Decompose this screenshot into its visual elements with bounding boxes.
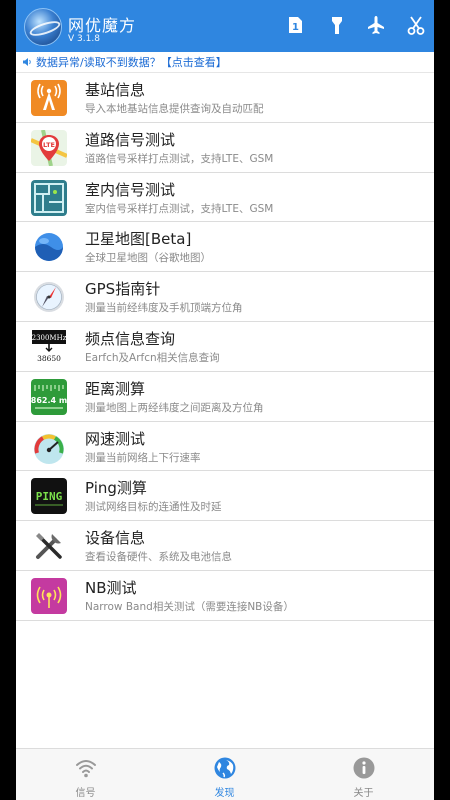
item-subtitle: Narrow Band相关测试（需要连接NB设备） [85, 600, 294, 613]
tab-signal[interactable]: 信号 [16, 749, 155, 800]
item-subtitle: 室内信号采样打点测试，支持LTE、GSM [85, 202, 274, 215]
item-title: NB测试 [85, 578, 137, 597]
list-item-ping-test[interactable]: PING Ping测算 测试网络目标的连通性及时延 [16, 471, 434, 522]
cell-tower-icon [31, 80, 67, 116]
compass-icon [31, 279, 67, 316]
flashlight-icon[interactable] [326, 14, 348, 36]
item-subtitle: 道路信号采样打点测试，支持LTE、GSM [85, 152, 274, 165]
frequency-icon: 2300MHz 38650 [31, 328, 67, 365]
item-title: 道路信号测试 [85, 130, 176, 149]
item-subtitle: 导入本地基站信息提供查询及自动匹配 [85, 103, 264, 115]
feature-list: 基站信息 导入本地基站信息提供查询及自动匹配 LTE 道路信号测试 道路信号采样… [16, 73, 434, 621]
lte-label: LTE [43, 141, 55, 149]
wifi-icon [76, 760, 96, 778]
list-item-device-info[interactable]: 设备信息 查看设备硬件、系统及电池信息 [16, 521, 434, 571]
item-subtitle: 测量地图上两经纬度之间距离及方位角 [85, 401, 264, 414]
globe-icon [214, 757, 236, 779]
app-logo [24, 8, 62, 46]
app-frame: 网优魔方 V 3.1.8 1 数据异常/读取不到数据？【点击查看】 基站信息 导… [16, 0, 434, 800]
tab-discover-label: 发现 [214, 788, 235, 799]
list-item-distance-calc[interactable]: 862.4 m 距离测算 测量地图上两经纬度之间距离及方位角 [16, 372, 434, 422]
item-title: GPS指南针 [85, 280, 161, 299]
bottom-nav: 信号 发现 关于 [16, 748, 434, 800]
item-title: 室内信号测试 [85, 180, 176, 199]
airplane-mode-icon[interactable] [365, 14, 387, 36]
frequency-mhz-label: 2300MHz [32, 334, 67, 342]
item-subtitle: 全球卫星地图（谷歌地图） [85, 252, 211, 265]
list-item-gps-compass[interactable]: GPS指南针 测量当前经纬度及手机顶端方位角 [16, 272, 434, 322]
frequency-earfcn-label: 38650 [37, 354, 61, 363]
tab-discover[interactable]: 发现 [155, 749, 294, 800]
lte-map-pin-icon: LTE [31, 129, 67, 166]
ping-icon: PING [31, 478, 67, 515]
item-title: 基站信息 [85, 81, 146, 99]
floor-plan-icon [31, 179, 67, 216]
tools-icon [31, 528, 67, 565]
item-title: 距离测算 [85, 379, 146, 398]
distance-label: 862.4 m [31, 396, 67, 405]
distance-icon: 862.4 m [31, 378, 67, 415]
item-title: Ping测算 [85, 479, 147, 498]
list-item-satellite-map[interactable]: 卫星地图[Beta] 全球卫星地图（谷歌地图） [16, 222, 434, 273]
app-version: V 3.1.8 [68, 34, 100, 44]
notice-text[interactable]: 数据异常/读取不到数据？【点击查看】 [36, 54, 227, 70]
list-item-cell-info[interactable]: 基站信息 导入本地基站信息提供查询及自动匹配 [16, 73, 434, 123]
tab-about-label: 关于 [353, 788, 374, 799]
item-subtitle: 测试网络目标的连通性及时延 [85, 501, 222, 514]
sim-1-icon[interactable]: 1 [284, 14, 306, 36]
scissors-icon[interactable] [405, 14, 427, 36]
speedometer-icon [31, 428, 67, 465]
item-title: 卫星地图[Beta] [85, 230, 192, 249]
data-notice-bar[interactable]: 数据异常/读取不到数据？【点击查看】 [16, 52, 434, 73]
item-subtitle: Earfch及Arfcn相关信息查询 [85, 351, 220, 364]
item-title: 网速测试 [85, 429, 146, 448]
sim-number: 1 [292, 22, 299, 33]
item-title: 频点信息查询 [85, 329, 176, 348]
nb-signal-icon [31, 577, 67, 614]
list-item-frequency-query[interactable]: 2300MHz 38650 频点信息查询 Earfch及Arfcn相关信息查询 [16, 322, 434, 372]
list-item-road-test[interactable]: LTE 道路信号测试 道路信号采样打点测试，支持LTE、GSM [16, 123, 434, 173]
item-subtitle: 查看设备硬件、系统及电池信息 [85, 551, 232, 564]
list-item-indoor-test[interactable]: 室内信号测试 室内信号采样打点测试，支持LTE、GSM [16, 173, 434, 223]
speaker-icon [23, 58, 31, 66]
item-title: 设备信息 [85, 529, 146, 548]
app-header: 网优魔方 V 3.1.8 1 [16, 0, 434, 52]
item-subtitle: 测量当前经纬度及手机顶端方位角 [85, 302, 243, 315]
info-icon [353, 757, 375, 779]
list-item-nb-test[interactable]: NB测试 Narrow Band相关测试（需要连接NB设备） [16, 571, 434, 621]
item-subtitle: 测量当前网络上下行速率 [85, 451, 201, 464]
tab-about[interactable]: 关于 [294, 749, 433, 800]
app-title: 网优魔方 [68, 16, 137, 35]
tab-signal-label: 信号 [75, 788, 96, 799]
earth-icon [31, 229, 67, 266]
ping-label: PING [36, 490, 63, 503]
list-item-speed-test[interactable]: 网速测试 测量当前网络上下行速率 [16, 422, 434, 472]
